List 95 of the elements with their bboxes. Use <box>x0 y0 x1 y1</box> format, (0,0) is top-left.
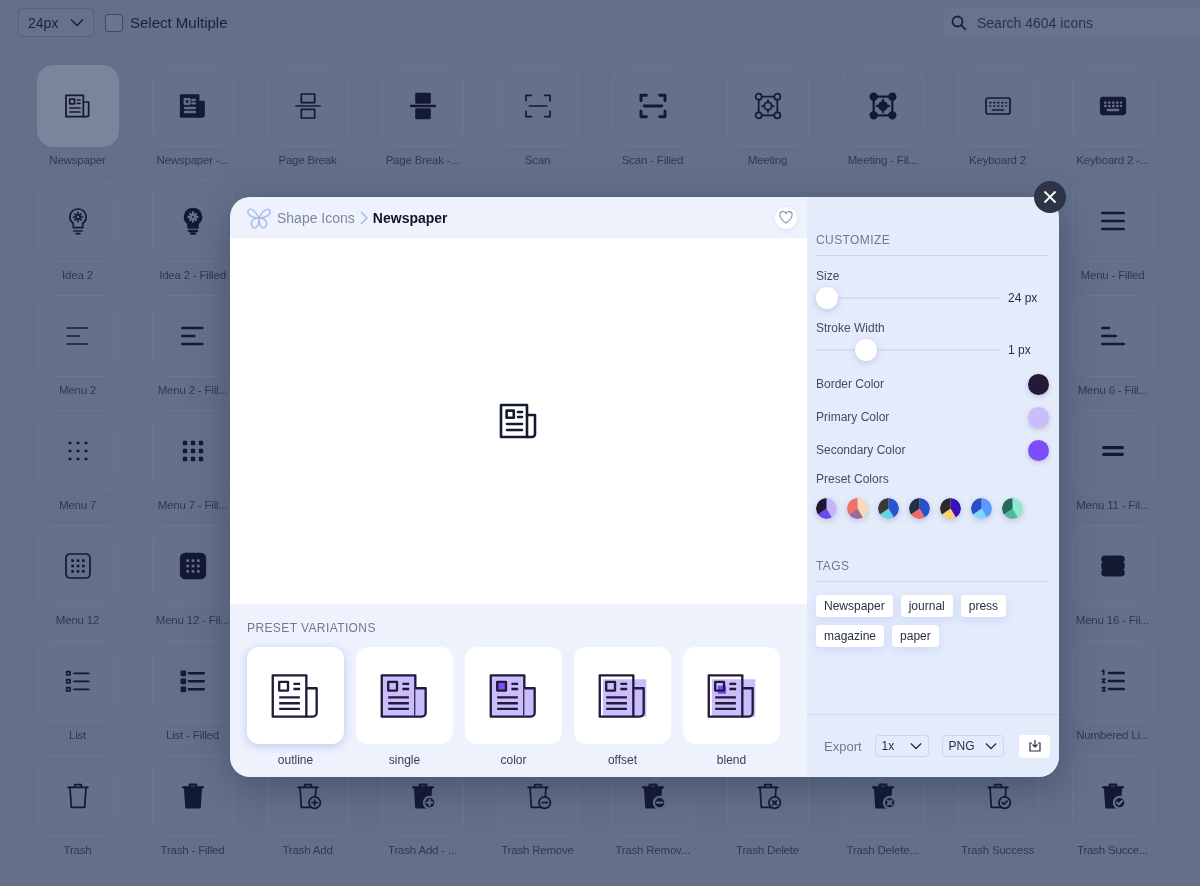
checkbox-label: Select Multiple <box>130 14 228 31</box>
icon-tile[interactable] <box>1071 640 1154 722</box>
icon-tile[interactable] <box>151 180 234 262</box>
export-label: Export <box>824 738 862 754</box>
icon-tile[interactable] <box>496 65 579 147</box>
icon-tile[interactable] <box>1071 410 1154 492</box>
tile-label: Trash Delete... <box>846 844 919 856</box>
tag-chip[interactable]: Newspaper <box>816 595 893 617</box>
tag-chip[interactable]: magazine <box>816 625 885 647</box>
variation-label: color <box>500 753 527 767</box>
color-swatch[interactable] <box>1028 406 1049 428</box>
chevron-down-icon <box>909 742 922 750</box>
tile-label: Trash Add <box>282 844 333 856</box>
chevron-right-icon <box>359 210 368 225</box>
field-label: Stroke Width <box>816 321 886 335</box>
variation-card[interactable] <box>574 647 671 744</box>
preset-swatch[interactable] <box>940 498 961 519</box>
color-swatch[interactable] <box>1028 373 1049 395</box>
slider-value: 1 px <box>1008 343 1031 357</box>
field-label: Size <box>816 269 841 283</box>
icon-tile[interactable] <box>611 65 694 147</box>
icon-title: Newspaper <box>372 209 448 226</box>
icon-tile[interactable] <box>36 640 119 722</box>
tile-label: Trash <box>63 844 92 856</box>
tile-label: Trash Success <box>961 844 1034 856</box>
tag-chip[interactable]: press <box>960 595 1007 617</box>
tile-label: Page Break -... <box>385 154 460 166</box>
variation-label: blend <box>716 753 747 767</box>
section-heading: TAGS <box>816 559 1049 582</box>
tile-label: Trash Succe... <box>1077 844 1148 856</box>
icon-tile[interactable] <box>1071 755 1154 837</box>
checkbox[interactable] <box>105 13 123 32</box>
download-icon <box>1027 739 1042 753</box>
section-heading: CUSTOMIZE <box>816 233 1049 256</box>
favorite-button[interactable] <box>775 206 797 229</box>
heart-icon <box>779 211 793 224</box>
field-label: Preset Colors <box>816 472 890 486</box>
slider-value: 24 px <box>1008 291 1038 305</box>
tile-label: Page Break <box>278 154 337 166</box>
tile-label: Trash Delete <box>736 844 799 856</box>
field-label: Primary Color <box>816 410 890 424</box>
slider-thumb[interactable] <box>816 287 838 309</box>
variation-card[interactable] <box>356 647 453 744</box>
tile-label: List <box>68 729 87 741</box>
variation-card[interactable] <box>683 647 780 744</box>
scale-dropdown[interactable]: 1x <box>874 735 929 757</box>
icon-tile[interactable] <box>36 525 119 607</box>
chevron-down-icon <box>984 742 997 750</box>
chevron-down-icon <box>70 18 84 27</box>
preset-swatch[interactable] <box>909 498 930 519</box>
icon-tile[interactable] <box>36 410 119 492</box>
close-icon <box>1043 190 1057 204</box>
tile-label: Trash Add - ... <box>388 844 457 856</box>
preset-swatch[interactable] <box>816 498 837 519</box>
tile-label: Trash - Filled <box>160 844 225 856</box>
variation-card[interactable] <box>247 647 344 744</box>
section-heading: PRESET VARIATIONS <box>247 621 377 635</box>
field-label: Border Color <box>816 377 885 391</box>
icon-tile[interactable] <box>1071 65 1154 147</box>
icon-tile[interactable] <box>1071 525 1154 607</box>
field-label: Secondary Color <box>816 443 906 457</box>
icon-tile[interactable] <box>151 65 234 147</box>
icon-tile[interactable] <box>151 755 234 837</box>
icon-tile[interactable] <box>36 180 119 262</box>
icon-tile[interactable] <box>36 65 119 147</box>
close-button[interactable] <box>1034 181 1066 213</box>
icon-tile[interactable] <box>841 65 924 147</box>
tile-label: Meeting - Fil... <box>847 154 918 166</box>
preset-swatch[interactable] <box>971 498 992 519</box>
icon-tile[interactable] <box>956 65 1039 147</box>
tile-label: Menu - Filled <box>1080 269 1145 281</box>
icon-tile[interactable] <box>36 755 119 837</box>
variation-card[interactable] <box>465 647 562 744</box>
tag-chip[interactable]: paper <box>892 625 939 647</box>
search-field[interactable]: Search 4604 icons <box>943 7 1200 38</box>
download-button[interactable] <box>1019 734 1050 758</box>
preset-swatch[interactable] <box>1002 498 1023 519</box>
icon-tile[interactable] <box>726 65 809 147</box>
variation-label: outline <box>277 753 314 767</box>
tile-label: Newspaper <box>49 154 106 166</box>
tile-label: Meeting <box>747 154 788 166</box>
preset-swatch[interactable] <box>847 498 868 519</box>
search-icon <box>951 14 967 31</box>
slider-thumb[interactable] <box>854 339 877 361</box>
icon-tile[interactable] <box>266 65 349 147</box>
variation-label: offset <box>607 753 638 767</box>
icon-tile[interactable] <box>1071 295 1154 377</box>
icon-tile[interactable] <box>36 295 119 377</box>
format-dropdown[interactable]: PNG <box>941 735 1004 757</box>
variation-label: single <box>388 753 421 767</box>
tag-chip[interactable]: journal <box>900 595 953 617</box>
color-swatch[interactable] <box>1028 439 1049 461</box>
icon-tile[interactable] <box>381 65 464 147</box>
icon-tile[interactable] <box>1071 180 1154 262</box>
preset-swatch[interactable] <box>878 498 899 519</box>
